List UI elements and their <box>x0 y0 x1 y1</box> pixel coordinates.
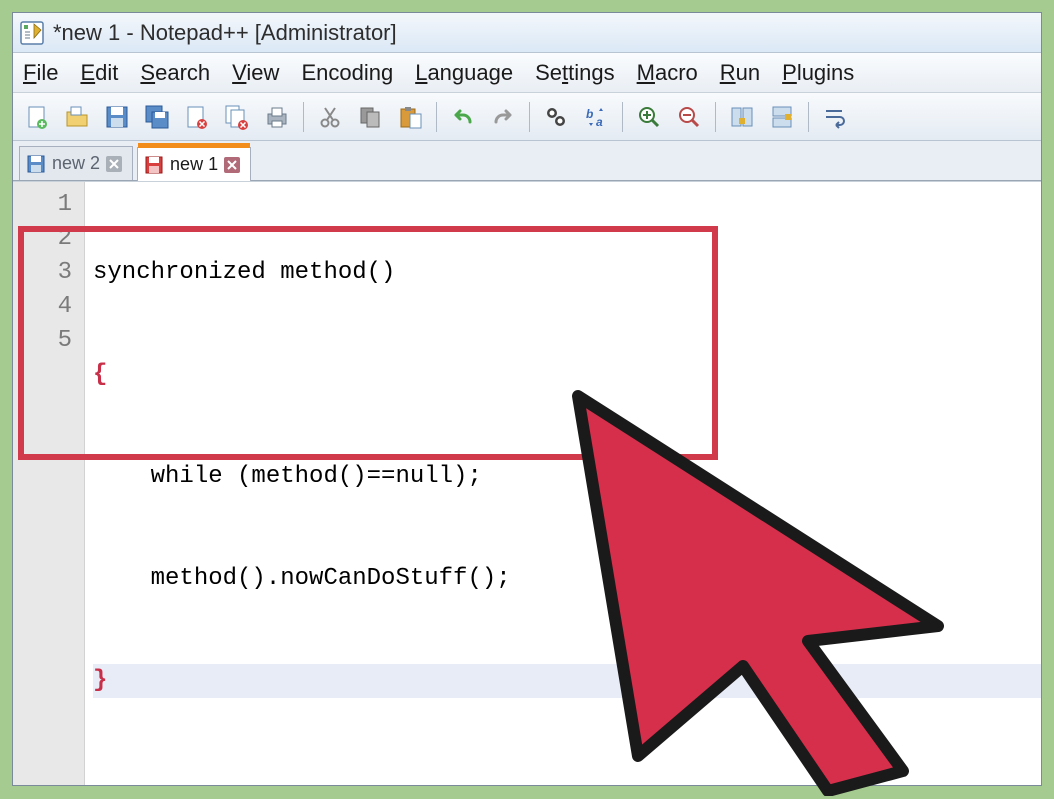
svg-text:a: a <box>596 115 603 129</box>
tab-label: new 2 <box>52 153 100 174</box>
toolbar-undo-button[interactable] <box>445 99 481 135</box>
close-icon[interactable] <box>224 157 240 173</box>
line-number: 3 <box>13 256 72 290</box>
application-window: *new 1 - Notepad++ [Administrator] File … <box>12 12 1042 786</box>
toolbar-cut-button[interactable] <box>312 99 348 135</box>
line-number-gutter: 1 2 3 4 5 <box>13 182 85 785</box>
toolbar-redo-button[interactable] <box>485 99 521 135</box>
menu-macro[interactable]: Macro <box>637 60 698 86</box>
toolbar-print-button[interactable] <box>259 99 295 135</box>
tab-new-1[interactable]: new 1 <box>137 147 251 181</box>
toolbar-separator <box>436 102 437 132</box>
toolbar-sync-vertical-button[interactable] <box>724 99 760 135</box>
toolbar-word-wrap-button[interactable] <box>817 99 853 135</box>
toolbar-find-button[interactable] <box>538 99 574 135</box>
line-number: 5 <box>13 324 72 358</box>
toolbar-separator <box>303 102 304 132</box>
code-line: synchronized method() <box>93 259 395 286</box>
code-line: { <box>93 361 107 388</box>
toolbar: ba <box>13 93 1041 141</box>
dirty-indicator <box>138 143 250 148</box>
menu-edit[interactable]: Edit <box>80 60 118 86</box>
current-line-highlight <box>93 664 1041 698</box>
line-number: 4 <box>13 290 72 324</box>
toolbar-save-all-button[interactable] <box>139 99 175 135</box>
menu-view[interactable]: View <box>232 60 279 86</box>
tab-strip: new 2 new 1 <box>13 141 1041 181</box>
toolbar-open-button[interactable] <box>59 99 95 135</box>
toolbar-zoom-in-button[interactable] <box>631 99 667 135</box>
menu-bar: File Edit Search View Encoding Language … <box>13 53 1041 93</box>
toolbar-paste-button[interactable] <box>392 99 428 135</box>
editor-area[interactable]: 1 2 3 4 5 synchronized method() { while … <box>13 181 1041 785</box>
toolbar-new-button[interactable] <box>19 99 55 135</box>
toolbar-close-all-button[interactable] <box>219 99 255 135</box>
window-title: *new 1 - Notepad++ [Administrator] <box>53 20 397 46</box>
tab-label: new 1 <box>170 154 218 175</box>
toolbar-zoom-out-button[interactable] <box>671 99 707 135</box>
app-icon <box>19 20 45 46</box>
menu-search[interactable]: Search <box>140 60 210 86</box>
menu-settings[interactable]: Settings <box>535 60 615 86</box>
code-area[interactable]: synchronized method() { while (method()=… <box>85 182 1041 785</box>
toolbar-separator <box>715 102 716 132</box>
menu-file[interactable]: File <box>23 60 58 86</box>
svg-text:b: b <box>586 107 593 121</box>
toolbar-save-button[interactable] <box>99 99 135 135</box>
toolbar-copy-button[interactable] <box>352 99 388 135</box>
line-number: 1 <box>13 188 72 222</box>
code-line: } <box>93 667 107 694</box>
floppy-blue-icon <box>26 154 46 174</box>
toolbar-separator <box>622 102 623 132</box>
menu-language[interactable]: Language <box>415 60 513 86</box>
code-line: while (method()==null); <box>93 463 482 490</box>
line-number: 2 <box>13 222 72 256</box>
toolbar-separator <box>808 102 809 132</box>
menu-encoding[interactable]: Encoding <box>301 60 393 86</box>
close-icon[interactable] <box>106 156 122 172</box>
toolbar-replace-button[interactable]: ba <box>578 99 614 135</box>
code-line: method().nowCanDoStuff(); <box>93 565 511 592</box>
toolbar-separator <box>529 102 530 132</box>
tab-new-2[interactable]: new 2 <box>19 146 133 180</box>
floppy-red-icon <box>144 155 164 175</box>
menu-plugins[interactable]: Plugins <box>782 60 854 86</box>
toolbar-sync-horizontal-button[interactable] <box>764 99 800 135</box>
menu-run[interactable]: Run <box>720 60 760 86</box>
toolbar-close-button[interactable] <box>179 99 215 135</box>
title-bar: *new 1 - Notepad++ [Administrator] <box>13 13 1041 53</box>
